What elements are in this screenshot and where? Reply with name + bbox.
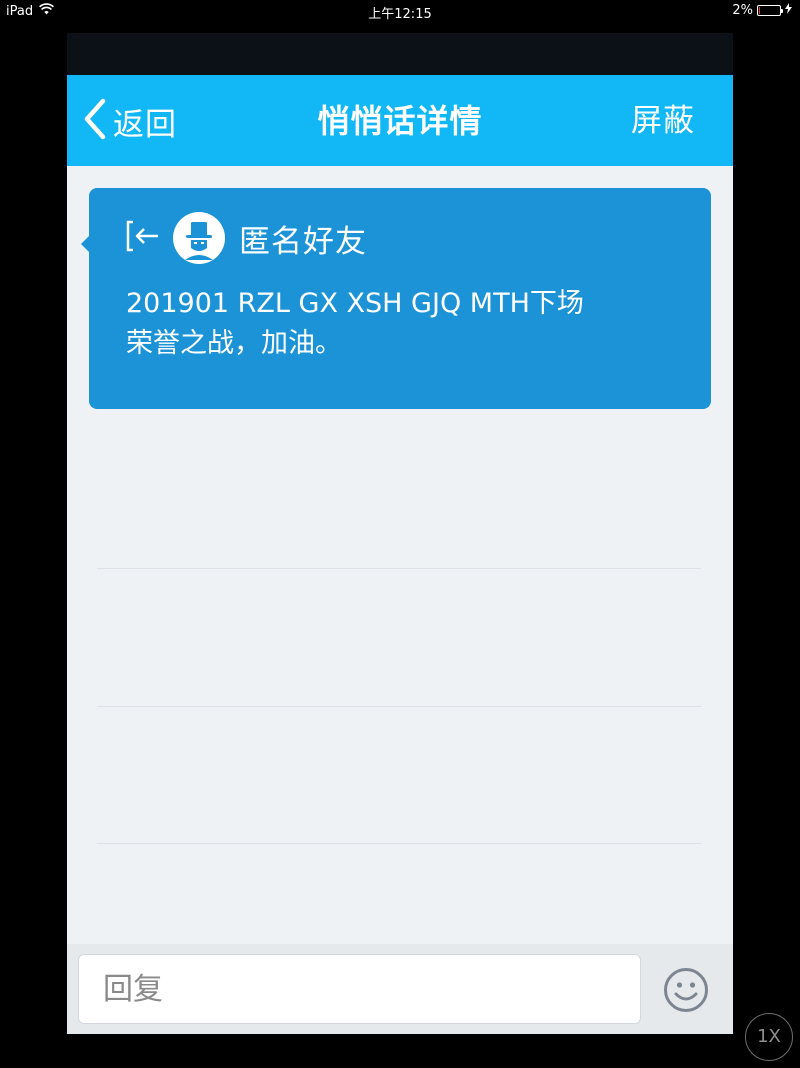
app-top-strip xyxy=(67,33,733,75)
row-divider xyxy=(97,568,701,569)
app-window: 返回 悄悄话详情 屏蔽 匿名好友 201901 RZL GX XSH GJQ M… xyxy=(67,33,733,1034)
reply-bar xyxy=(67,944,733,1034)
zoom-button[interactable]: 1X xyxy=(745,1013,793,1061)
card-tail xyxy=(81,235,90,253)
reply-input[interactable] xyxy=(78,954,641,1024)
block-button[interactable]: 屏蔽 xyxy=(631,99,695,143)
status-bar: iPad 上午12:15 2% xyxy=(0,0,800,24)
navigation-bar: 返回 悄悄话详情 屏蔽 xyxy=(67,75,733,166)
message-line-2: 荣誉之战，加油。 xyxy=(126,328,342,359)
status-time: 上午12:15 xyxy=(368,7,432,22)
battery-percent: 2% xyxy=(732,3,753,18)
message-line-1: 201901 RZL GX XSH GJQ MTH下场 xyxy=(126,288,584,319)
emoji-icon[interactable] xyxy=(663,967,709,1013)
row-divider xyxy=(97,843,701,844)
sender-name: 匿名好友 xyxy=(239,223,367,260)
message-header: 匿名好友 xyxy=(125,212,367,264)
row-divider xyxy=(97,706,701,707)
message-card: 匿名好友 201901 RZL GX XSH GJQ MTH下场 荣誉之战，加油… xyxy=(81,188,711,409)
enter-arrow-icon xyxy=(125,218,161,258)
battery-icon xyxy=(757,5,783,16)
charging-icon xyxy=(785,3,792,18)
message-text: 201901 RZL GX XSH GJQ MTH下场 荣誉之战，加油。 xyxy=(126,284,686,364)
status-right: 2% xyxy=(732,3,792,18)
anonymous-avatar-icon xyxy=(173,212,225,264)
